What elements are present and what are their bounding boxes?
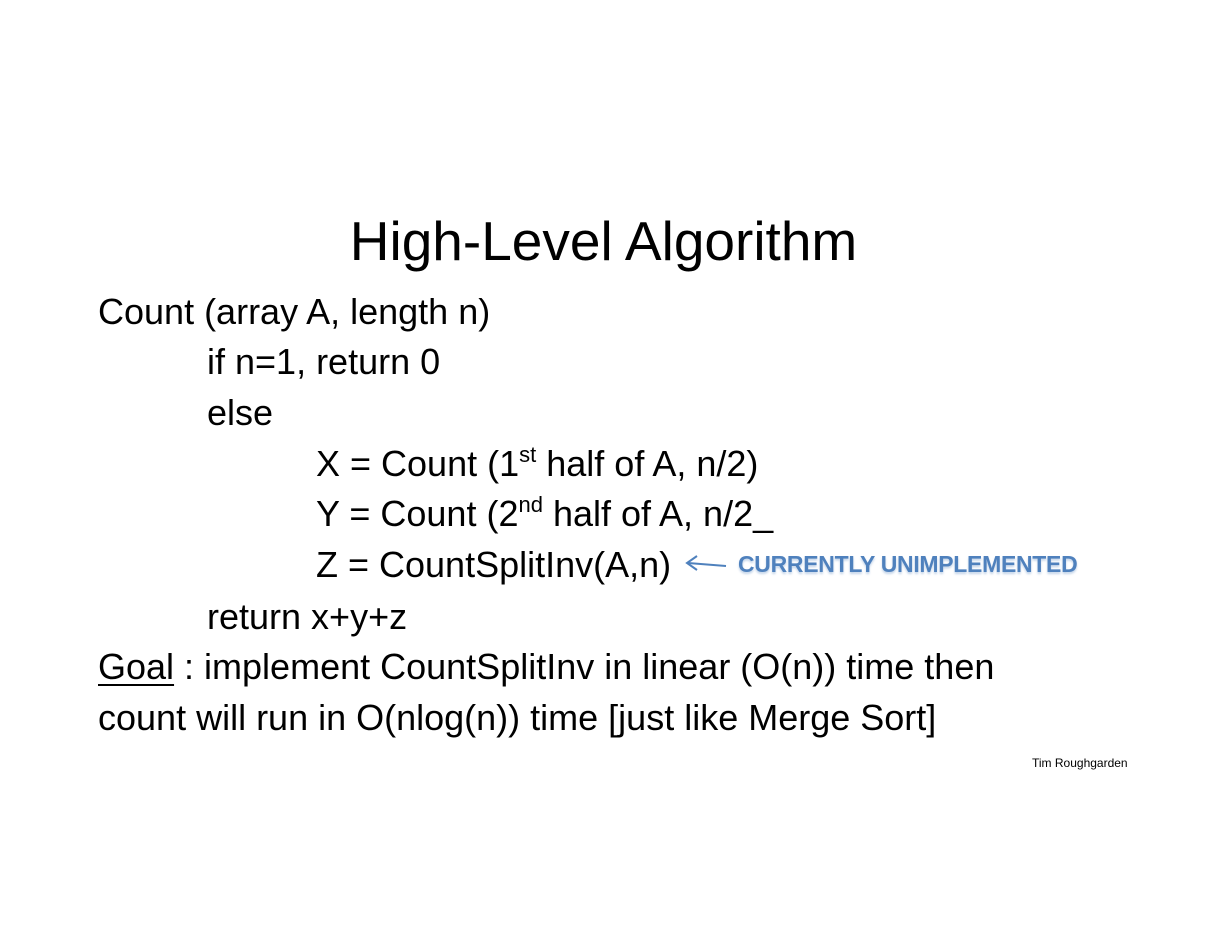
x-line-superscript: st (519, 442, 537, 467)
goal-text: : implement CountSplitInv in linear (O(n… (174, 646, 995, 687)
else-line: else (207, 392, 274, 433)
left-arrow-icon (685, 555, 727, 571)
author-credit: Tim Roughgarden (1032, 756, 1128, 770)
slide-title: High-Level Algorithm (349, 210, 858, 272)
base-case-line: if n=1, return 0 (207, 341, 441, 382)
x-line-suffix: half of A, n/2) (536, 443, 759, 484)
x-line-prefix: X = Count (1 (316, 443, 520, 484)
y-line-suffix: half of A, n/2_ (542, 493, 774, 534)
y-line-superscript: nd (518, 492, 543, 517)
goal-line-continued: count will run in O(nlog(n)) time [just … (98, 697, 937, 738)
y-assignment-line: Y = Count (2nd half of A, n/2_ (316, 491, 773, 537)
y-line-prefix: Y = Count (2 (316, 493, 519, 534)
x-assignment-line: X = Count (1st half of A, n/2) (316, 441, 758, 487)
goal-label: Goal (98, 646, 175, 687)
function-signature: Count (array A, length n) (98, 291, 491, 332)
goal-line: Goal : implement CountSplitInv in linear… (98, 644, 994, 690)
z-assignment-line: Z = CountSplitInv(A,n) (316, 544, 672, 585)
slide: High-Level Algorithm Count (array A, len… (0, 0, 1207, 933)
annotation-label: CURRENTLY UNIMPLEMENTED (738, 551, 1078, 577)
return-line: return x+y+z (207, 596, 408, 637)
